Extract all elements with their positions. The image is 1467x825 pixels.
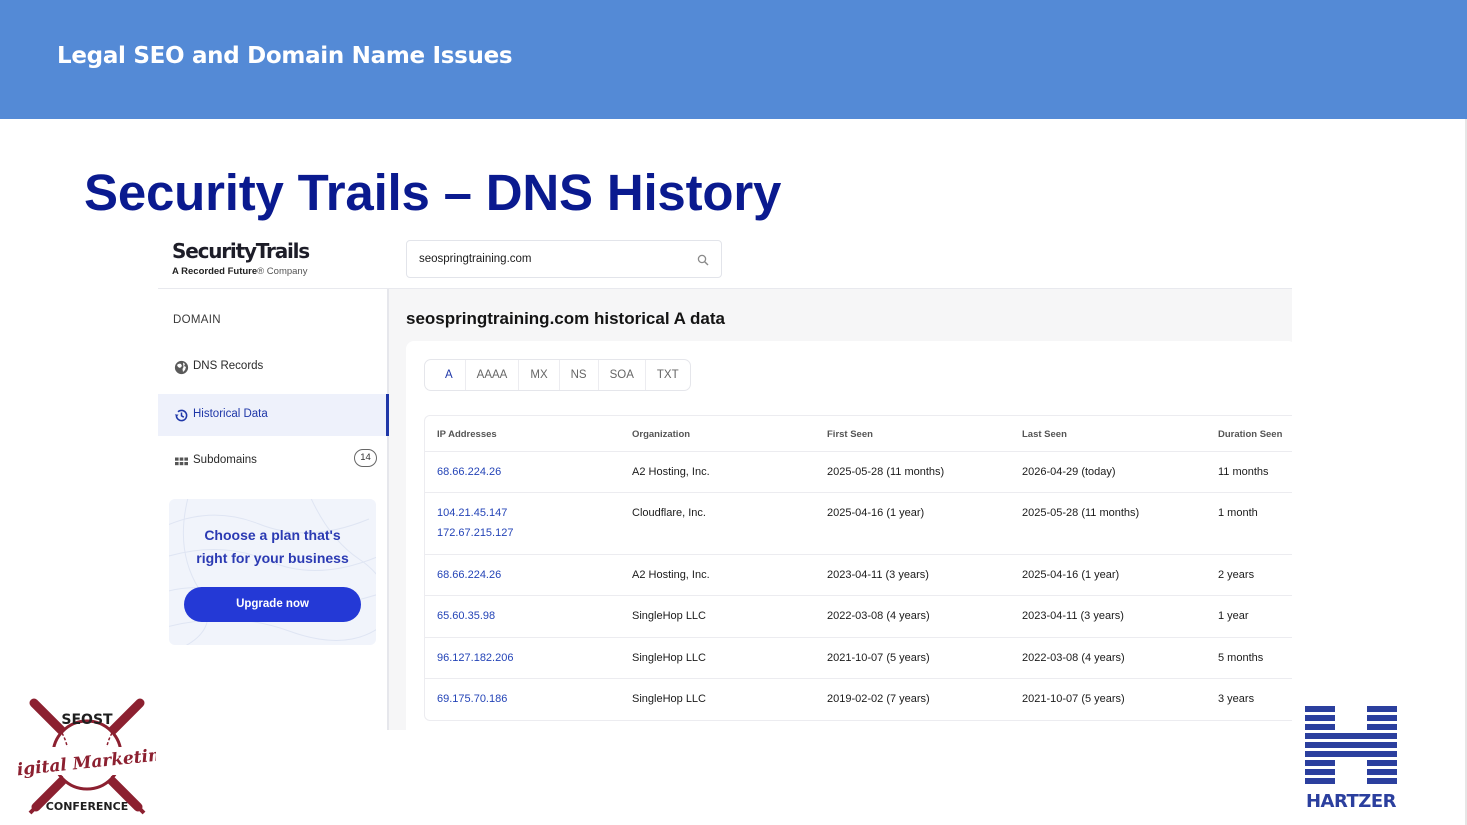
securitytrails-logo[interactable]: SecurityTrails A Recorded Future® Compan… bbox=[172, 239, 310, 277]
tab-a[interactable]: A bbox=[425, 360, 466, 390]
table-row: 65.60.35.98 SingleHop LLC 2022-03-08 (4 … bbox=[425, 596, 1292, 638]
sidebar-item-dns-records[interactable]: DNS Records bbox=[158, 346, 387, 388]
first-seen-cell: 2022-03-08 (4 years) bbox=[827, 610, 930, 622]
last-seen-cell: 2026-04-29 (today) bbox=[1022, 466, 1116, 478]
search-icon[interactable] bbox=[697, 253, 709, 271]
column-header-organization[interactable]: Organization bbox=[632, 429, 690, 440]
ip-address-link[interactable]: 172.67.215.127 bbox=[437, 523, 513, 543]
tab-aaaa[interactable]: AAAA bbox=[466, 360, 520, 390]
last-seen-cell: 2025-04-16 (1 year) bbox=[1022, 569, 1120, 581]
sidebar: DOMAIN DNS Records Historical Data Subdo… bbox=[158, 289, 389, 730]
duration-cell: 3 years bbox=[1218, 693, 1255, 705]
column-header-first-seen[interactable]: First Seen bbox=[827, 429, 873, 440]
tab-mx[interactable]: MX bbox=[519, 360, 560, 390]
records-panel: A AAAA MX NS SOA TXT IP Addresses Organi… bbox=[406, 341, 1292, 730]
sidebar-item-label: DNS Records bbox=[193, 360, 264, 372]
upgrade-promo-card: Choose a plan that's right for your busi… bbox=[169, 499, 376, 645]
duration-cell: 1 year bbox=[1218, 610, 1249, 622]
promo-contour-pattern bbox=[169, 499, 376, 645]
promo-text: Choose a plan that's right for your busi… bbox=[169, 524, 376, 570]
column-header-last-seen[interactable]: Last Seen bbox=[1022, 429, 1067, 440]
domain-search-input[interactable]: seospringtraining.com bbox=[406, 240, 722, 278]
column-header-ip[interactable]: IP Addresses bbox=[437, 429, 497, 440]
seost-conference-logo: SEOST Digital Marketing CONFERENCE bbox=[18, 698, 156, 815]
grid-icon bbox=[174, 454, 189, 469]
logo-name: SecurityTrails bbox=[172, 239, 310, 263]
sidebar-heading: DOMAIN bbox=[173, 314, 221, 326]
organization-cell: SingleHop LLC bbox=[632, 693, 706, 705]
organization-cell: A2 Hosting, Inc. bbox=[632, 466, 710, 478]
search-value[interactable]: seospringtraining.com bbox=[419, 253, 532, 265]
header-title: Legal SEO and Domain Name Issues bbox=[57, 43, 513, 69]
slide-title: Security Trails – DNS History bbox=[84, 164, 782, 221]
organization-cell: SingleHop LLC bbox=[632, 652, 706, 664]
ip-address-link[interactable]: 65.60.35.98 bbox=[437, 606, 495, 626]
table-row: 96.127.182.206 SingleHop LLC 2021-10-07 … bbox=[425, 638, 1292, 679]
duration-cell: 2 years bbox=[1218, 569, 1255, 581]
sidebar-item-historical-data[interactable]: Historical Data bbox=[158, 394, 389, 436]
conference-wordmark: CONFERENCE bbox=[46, 800, 128, 813]
table-row: 68.66.224.26 A2 Hosting, Inc. 2025-05-28… bbox=[425, 452, 1292, 493]
ip-address-link[interactable]: 96.127.182.206 bbox=[437, 648, 513, 668]
slide: Legal SEO and Domain Name Issues Securit… bbox=[0, 0, 1467, 825]
duration-cell: 1 month bbox=[1218, 507, 1258, 519]
organization-cell: A2 Hosting, Inc. bbox=[632, 569, 710, 581]
h-stripes-mark bbox=[1305, 706, 1397, 784]
history-icon bbox=[174, 408, 189, 423]
main-content: seospringtraining.com historical A data … bbox=[389, 289, 1292, 730]
table-row: 104.21.45.147 172.67.215.127 Cloudflare,… bbox=[425, 493, 1292, 555]
securitytrails-screenshot: SecurityTrails A Recorded Future® Compan… bbox=[158, 232, 1292, 730]
duration-cell: 11 months bbox=[1218, 466, 1269, 478]
upgrade-now-button[interactable]: Upgrade now bbox=[184, 587, 361, 622]
tab-soa[interactable]: SOA bbox=[599, 360, 646, 390]
tab-ns[interactable]: NS bbox=[560, 360, 599, 390]
history-table: IP Addresses Organization First Seen Las… bbox=[424, 415, 1292, 721]
subdomain-count-badge: 14 bbox=[354, 449, 377, 467]
last-seen-cell: 2025-05-28 (11 months) bbox=[1022, 507, 1140, 519]
table-row: 68.66.224.26 A2 Hosting, Inc. 2023-04-11… bbox=[425, 555, 1292, 596]
last-seen-cell: 2022-03-08 (4 years) bbox=[1022, 652, 1125, 664]
last-seen-cell: 2021-10-07 (5 years) bbox=[1022, 693, 1125, 705]
hartzer-wordmark: HARTZER bbox=[1306, 791, 1397, 810]
logo-subtitle: A Recorded Future® Company bbox=[172, 266, 309, 277]
hartzer-logo: HARTZER bbox=[1305, 706, 1397, 810]
first-seen-cell: 2023-04-11 (3 years) bbox=[827, 569, 929, 581]
promo-line-1: Choose a plan that's bbox=[204, 527, 341, 543]
table-row: 69.175.70.186 SingleHop LLC 2019-02-02 (… bbox=[425, 679, 1292, 720]
seost-wordmark: SEOST bbox=[61, 712, 113, 728]
table-header: IP Addresses Organization First Seen Las… bbox=[425, 416, 1292, 452]
first-seen-cell: 2021-10-07 (5 years) bbox=[827, 652, 930, 664]
ip-address-link[interactable]: 68.66.224.26 bbox=[437, 462, 501, 482]
ip-address-link[interactable]: 104.21.45.147 bbox=[437, 503, 507, 523]
promo-line-2: right for your business bbox=[196, 550, 349, 566]
first-seen-cell: 2025-04-16 (1 year) bbox=[827, 507, 925, 519]
logo-sub-brand: A Recorded Future bbox=[172, 266, 258, 277]
sidebar-item-subdomains[interactable]: Subdomains 14 bbox=[158, 440, 387, 482]
header-bar: Legal SEO and Domain Name Issues bbox=[0, 0, 1467, 119]
record-type-tabs: A AAAA MX NS SOA TXT bbox=[424, 359, 691, 391]
duration-cell: 5 months bbox=[1218, 652, 1264, 664]
tab-txt[interactable]: TXT bbox=[646, 360, 690, 390]
first-seen-cell: 2019-02-02 (7 years) bbox=[827, 693, 930, 705]
first-seen-cell: 2025-05-28 (11 months) bbox=[827, 466, 945, 478]
logo-sub-suffix: ® Company bbox=[257, 266, 308, 277]
sidebar-item-label: Subdomains bbox=[193, 454, 257, 466]
globe-icon bbox=[174, 360, 189, 375]
sidebar-item-label: Historical Data bbox=[193, 408, 268, 420]
ip-address-link[interactable]: 68.66.224.26 bbox=[437, 565, 501, 585]
page-title: seospringtraining.com historical A data bbox=[406, 309, 725, 328]
last-seen-cell: 2023-04-11 (3 years) bbox=[1022, 610, 1124, 622]
organization-cell: SingleHop LLC bbox=[632, 610, 706, 622]
column-header-duration[interactable]: Duration Seen bbox=[1218, 429, 1282, 440]
ip-address-link[interactable]: 69.175.70.186 bbox=[437, 689, 507, 709]
organization-cell: Cloudflare, Inc. bbox=[632, 507, 706, 519]
